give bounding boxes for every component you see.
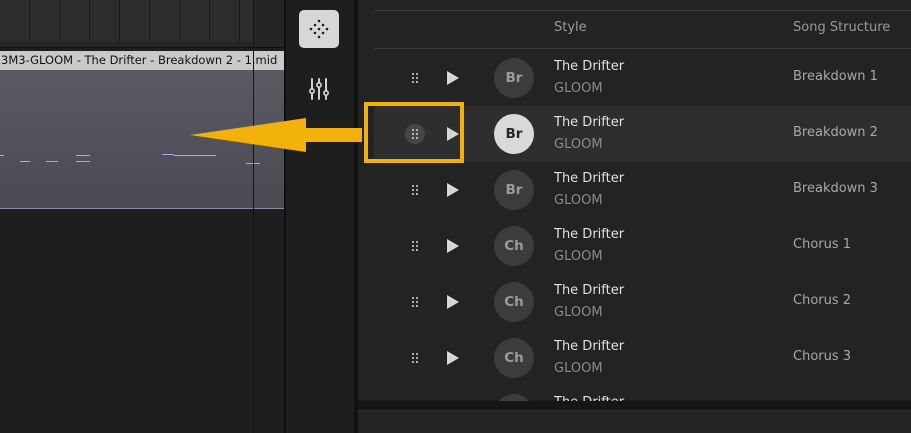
style-name: The Drifter: [554, 339, 625, 354]
style-avatar: Br: [494, 114, 534, 154]
style-name: The Drifter: [554, 115, 625, 130]
style-avatar: Ch: [494, 338, 534, 378]
mixer-button[interactable]: [299, 70, 339, 108]
style-avatar: Ch: [494, 282, 534, 322]
highlight-box: [364, 102, 464, 163]
style-name: The Drifter: [554, 59, 625, 74]
style-avatar: Br: [494, 58, 534, 98]
midi-note: [76, 155, 90, 156]
drag-handle-icon[interactable]: [405, 236, 425, 256]
style-genre: GLOOM: [554, 361, 603, 376]
song-structure-label: Breakdown 1: [793, 69, 878, 84]
midi-note: [0, 155, 4, 156]
style-name: The Drifter: [554, 283, 625, 298]
style-avatar: Br: [494, 170, 534, 210]
dots-pattern-icon: [309, 19, 329, 39]
style-genre: GLOOM: [554, 249, 603, 264]
style-name: The Drifter: [554, 171, 625, 186]
style-browser-panel: Style Song Structure Br The Drifter GLOOM B…: [358, 0, 911, 433]
pattern-view-button[interactable]: [299, 10, 339, 48]
drag-handle-icon[interactable]: [405, 68, 425, 88]
song-structure-label: Chorus 2: [793, 293, 852, 308]
style-row[interactable]: Ch The Drifter GLOOM Chorus 3: [374, 330, 911, 386]
play-icon[interactable]: [446, 182, 460, 198]
midi-note: [46, 161, 58, 162]
song-structure-label: Breakdown 3: [793, 181, 878, 196]
style-genre: GLOOM: [554, 193, 603, 208]
style-genre: GLOOM: [554, 81, 603, 96]
song-structure-label: Chorus 1: [793, 237, 852, 252]
bottom-panel: [358, 401, 911, 433]
style-genre: GLOOM: [554, 137, 603, 152]
style-genre: GLOOM: [554, 305, 603, 320]
play-icon[interactable]: [446, 238, 460, 254]
play-icon[interactable]: [446, 70, 460, 86]
style-row[interactable]: Ch The Drifter GLOOM Chorus 1: [374, 218, 911, 274]
song-structure-label: Chorus 3: [793, 349, 852, 364]
column-header-style[interactable]: Style: [554, 20, 587, 35]
midi-clip-title[interactable]: 3M3-GLOOM - The Drifter - Breakdown 2 - …: [0, 51, 284, 70]
column-header-song-structure[interactable]: Song Structure: [793, 20, 890, 35]
song-structure-label: Breakdown 2: [793, 125, 878, 140]
mixer-sliders-icon: [309, 78, 329, 100]
tool-sidebar: [286, 0, 354, 433]
daw-arrangement: 3M3-GLOOM - The Drifter - Breakdown 2 - …: [0, 0, 284, 433]
play-icon[interactable]: [446, 350, 460, 366]
style-row[interactable]: Ch The Drifter GLOOM Chorus 2: [374, 274, 911, 330]
style-avatar: Ch: [494, 226, 534, 266]
midi-note: [162, 154, 174, 155]
midi-note: [20, 161, 30, 162]
midi-note: [76, 161, 90, 162]
style-name: The Drifter: [554, 227, 625, 242]
drag-handle-icon[interactable]: [405, 292, 425, 312]
drag-handle-icon[interactable]: [405, 348, 425, 368]
style-row[interactable]: Br The Drifter GLOOM Breakdown 1: [374, 50, 911, 106]
track-header-strip: [0, 0, 284, 48]
play-icon[interactable]: [446, 294, 460, 310]
style-row[interactable]: Br The Drifter GLOOM Breakdown 3: [374, 162, 911, 218]
drag-handle-icon[interactable]: [405, 180, 425, 200]
pointer-arrow-icon: [190, 118, 362, 152]
